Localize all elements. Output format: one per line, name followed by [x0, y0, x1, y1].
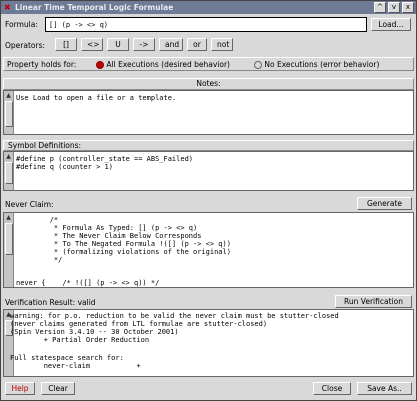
- verification-panel[interactable]: ▲ warning: for p.o. reduction to be vali…: [3, 309, 414, 377]
- verification-line: Full statespace search for:: [10, 354, 124, 362]
- symbol-line: #define p (controller_state == ABS_Faile…: [16, 155, 194, 163]
- symbols-header: Symbol Definitions:: [3, 140, 414, 151]
- verification-line: (never claims generated from LTL formula…: [10, 320, 268, 328]
- scroll-up-icon[interactable]: ▲: [4, 91, 13, 100]
- close-window-button[interactable]: x: [402, 2, 414, 13]
- never-claim-panel[interactable]: ▲ /* * Formula As Typed: [] (p -> <> q) …: [3, 212, 414, 288]
- window-title: Linear Time Temporal Logic Formulae: [15, 3, 174, 12]
- formula-input[interactable]: [] (p -> <> q): [45, 17, 367, 32]
- property-label: Property holds for:: [7, 60, 77, 69]
- verification-line: warning: for p.o. reduction to be valid …: [10, 312, 339, 320]
- never-claim-line: * Formula As Typed: [] (p -> <> q): [16, 224, 198, 232]
- never-claim-line: * To The Negated Formula !([] (p -> <> q…: [16, 240, 231, 248]
- property-bar: Property holds for: All Executions (desi…: [3, 57, 414, 71]
- notes-header: Notes:: [3, 78, 414, 90]
- x-icon: ✖: [4, 2, 11, 12]
- verification-line: never-claim +: [10, 362, 141, 370]
- scroll-thumb[interactable]: [5, 223, 13, 255]
- operator-eventually-button[interactable]: <>: [81, 38, 103, 51]
- load-button[interactable]: Load...: [371, 18, 411, 31]
- symbols-scrollbar[interactable]: ▲: [4, 152, 14, 190]
- verification-line: (Spin Version 3.4.10 -- 30 October 2001): [10, 328, 179, 336]
- clear-button[interactable]: Clear: [41, 382, 75, 395]
- notes-panel[interactable]: ▲ Use Load to open a file or a template.: [3, 90, 414, 135]
- scroll-up-icon[interactable]: ▲: [4, 213, 13, 222]
- scroll-thumb[interactable]: [5, 101, 13, 127]
- close-button[interactable]: Close: [313, 382, 351, 395]
- radio-none-label: No Executions (error behavior): [264, 60, 380, 69]
- title-bar[interactable]: ✖ Linear Time Temporal Logic Formulae ^ …: [1, 1, 416, 14]
- verification-line: + Partial Order Reduction: [10, 336, 150, 344]
- save-as-button[interactable]: Save As..: [357, 382, 412, 395]
- symbols-panel[interactable]: ▲ #define p (controller_state == ABS_Fai…: [3, 151, 414, 191]
- radio-all-label: All Executions (desired behavior): [106, 60, 230, 69]
- operator-or-button[interactable]: or: [187, 38, 207, 51]
- scroll-thumb[interactable]: [5, 162, 13, 184]
- never-claim-line: * The Never Claim Below Corresponds: [16, 232, 202, 240]
- radio-unselected-icon: [254, 61, 262, 69]
- never-claim-line: */: [16, 256, 63, 264]
- verification-result-label: Verification Result: valid: [5, 298, 96, 307]
- radio-all-executions[interactable]: All Executions (desired behavior): [96, 60, 230, 69]
- never-claim-label: Never Claim:: [5, 200, 54, 209]
- operator-always-button[interactable]: []: [55, 38, 77, 51]
- formula-value: [] (p -> <> q): [49, 21, 109, 29]
- ltl-window: ✖ Linear Time Temporal Logic Formulae ^ …: [0, 0, 417, 401]
- operator-until-button[interactable]: U: [107, 38, 129, 51]
- help-button[interactable]: Help: [5, 382, 35, 395]
- formula-label: Formula:: [5, 20, 38, 29]
- never-claim-line: /*: [16, 216, 59, 224]
- never-claim-scrollbar[interactable]: ▲: [4, 213, 14, 287]
- minimize-button[interactable]: ^: [374, 2, 386, 13]
- notes-text: Use Load to open a file or a template.: [16, 94, 177, 102]
- scroll-up-icon[interactable]: ▲: [4, 152, 13, 161]
- operator-not-button[interactable]: not: [211, 38, 233, 51]
- operators-label: Operators:: [5, 41, 46, 50]
- operator-implies-button[interactable]: ->: [133, 38, 155, 51]
- notes-scrollbar[interactable]: ▲: [4, 91, 14, 134]
- generate-button[interactable]: Generate: [357, 197, 412, 210]
- radio-selected-icon: [96, 61, 104, 69]
- never-claim-line: * (formalizing violations of the origina…: [16, 248, 231, 256]
- radio-no-executions[interactable]: No Executions (error behavior): [254, 60, 379, 69]
- operator-and-button[interactable]: and: [159, 38, 183, 51]
- symbol-line: #define q (counter > 1): [16, 163, 113, 171]
- never-claim-line: never { /* !([] (p -> <> q)) */: [16, 279, 160, 287]
- maximize-button[interactable]: v: [388, 2, 400, 13]
- run-verification-button[interactable]: Run Verification: [335, 295, 412, 308]
